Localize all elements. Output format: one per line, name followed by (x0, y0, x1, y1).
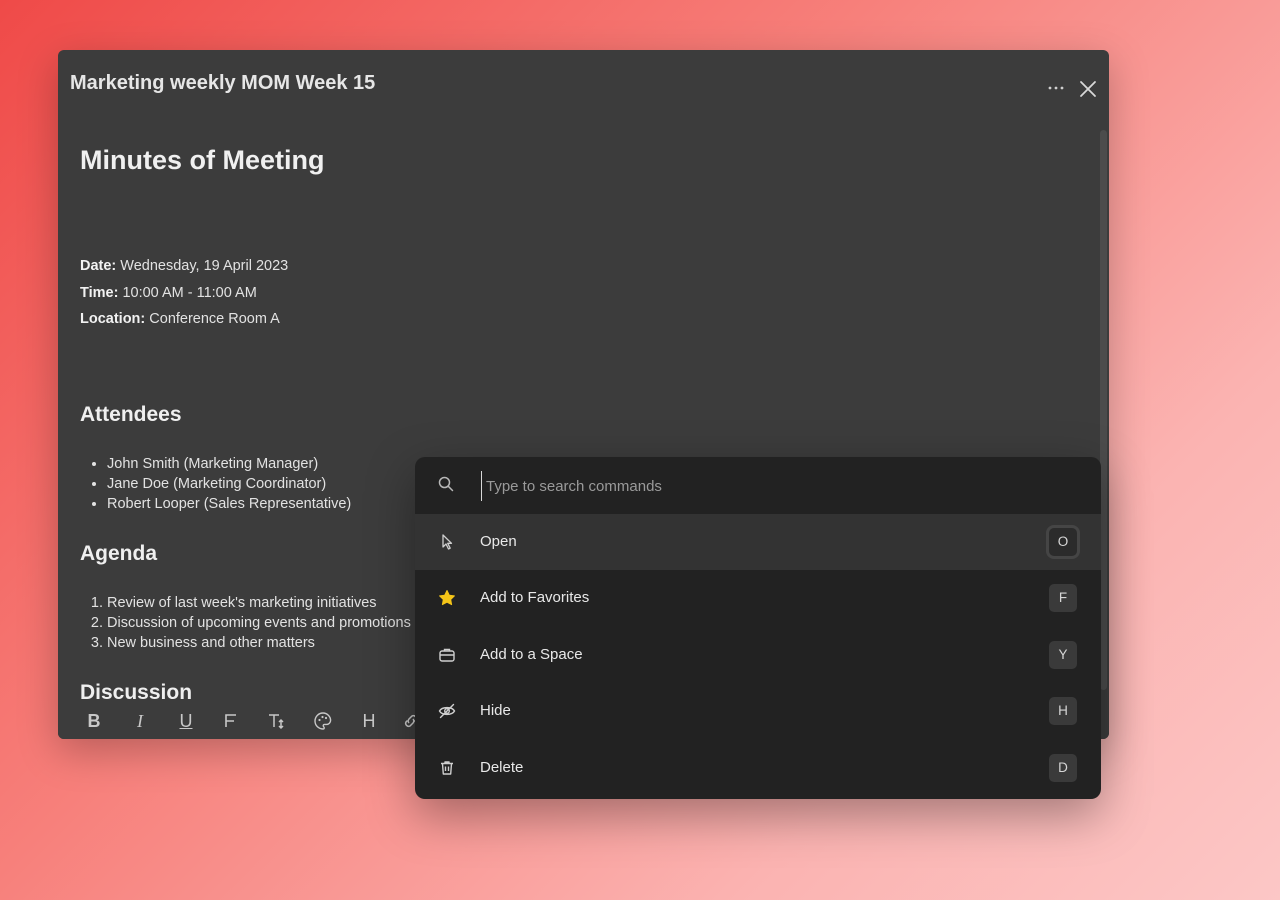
discussion-heading: Discussion (80, 681, 193, 704)
command-label: Delete (480, 759, 524, 776)
agenda-heading: Agenda (80, 542, 158, 565)
meta-location-label: Location: (80, 311, 146, 327)
ellipsis-icon[interactable] (1045, 76, 1067, 98)
list-item: Review of last week's marketing initiati… (107, 593, 411, 613)
command-label: Add to Favorites (480, 589, 590, 606)
search-input[interactable] (481, 471, 1048, 501)
briefcase-icon (437, 645, 457, 665)
meta-time: Time: 10:00 AM - 11:00 AM (80, 285, 257, 301)
command-add-to-a-space[interactable]: Add to a Space Y (415, 627, 1101, 683)
command-label: Add to a Space (480, 646, 583, 663)
command-add-to-favorites[interactable]: Add to Favorites F (415, 570, 1101, 626)
trash-icon (437, 758, 457, 778)
list-item: Jane Doe (Marketing Coordinator) (107, 474, 351, 494)
scrollbar[interactable] (1100, 130, 1107, 690)
meta-date-label: Date: (80, 258, 117, 274)
search-row (415, 457, 1101, 513)
eye-off-icon (437, 701, 457, 721)
command-delete[interactable]: Delete D (415, 740, 1101, 796)
shortcut-key: F (1049, 584, 1077, 612)
close-icon[interactable] (1078, 79, 1098, 99)
shortcut-key: Y (1049, 641, 1077, 669)
shortcut-key: D (1049, 754, 1077, 782)
shortcut-key: O (1049, 528, 1077, 556)
star-icon (437, 588, 457, 608)
list-item: John Smith (Marketing Manager) (107, 454, 351, 474)
cursor-arrow-icon (437, 532, 457, 552)
bold-button[interactable]: B (81, 708, 107, 734)
meta-date-value: Wednesday, 19 April 2023 (116, 258, 289, 274)
meta-location: Location: Conference Room A (80, 311, 280, 327)
underline-button[interactable]: U (173, 708, 199, 734)
attendees-heading: Attendees (80, 403, 182, 426)
command-label: Hide (480, 702, 511, 719)
document-heading: Minutes of Meeting (80, 145, 325, 175)
search-icon (437, 475, 455, 493)
shortcut-key: H (1049, 697, 1077, 725)
window-title: Marketing weekly MOM Week 15 (70, 72, 376, 94)
text-size-icon[interactable] (264, 708, 290, 734)
command-label: Open (480, 533, 517, 550)
command-open[interactable]: Open O (415, 514, 1101, 570)
meta-time-label: Time: (80, 285, 119, 301)
palette-icon[interactable] (310, 708, 336, 734)
command-hide[interactable]: Hide H (415, 683, 1101, 739)
agenda-list: Review of last week's marketing initiati… (80, 593, 411, 653)
meta-date: Date: Wednesday, 19 April 2023 (80, 258, 288, 274)
list-item: Discussion of upcoming events and promot… (107, 613, 411, 633)
list-item: Robert Looper (Sales Representative) (107, 494, 351, 514)
attendees-list: John Smith (Marketing Manager) Jane Doe … (80, 454, 351, 514)
meta-location-value: Conference Room A (145, 311, 280, 327)
heading-button[interactable]: H (356, 708, 382, 734)
font-icon[interactable] (218, 708, 244, 734)
list-item: New business and other matters (107, 633, 411, 653)
italic-button[interactable]: I (127, 708, 153, 734)
meta-time-value: 10:00 AM - 11:00 AM (118, 285, 257, 301)
command-palette: Open O Add to Favorites F Add to a Space… (415, 457, 1101, 799)
